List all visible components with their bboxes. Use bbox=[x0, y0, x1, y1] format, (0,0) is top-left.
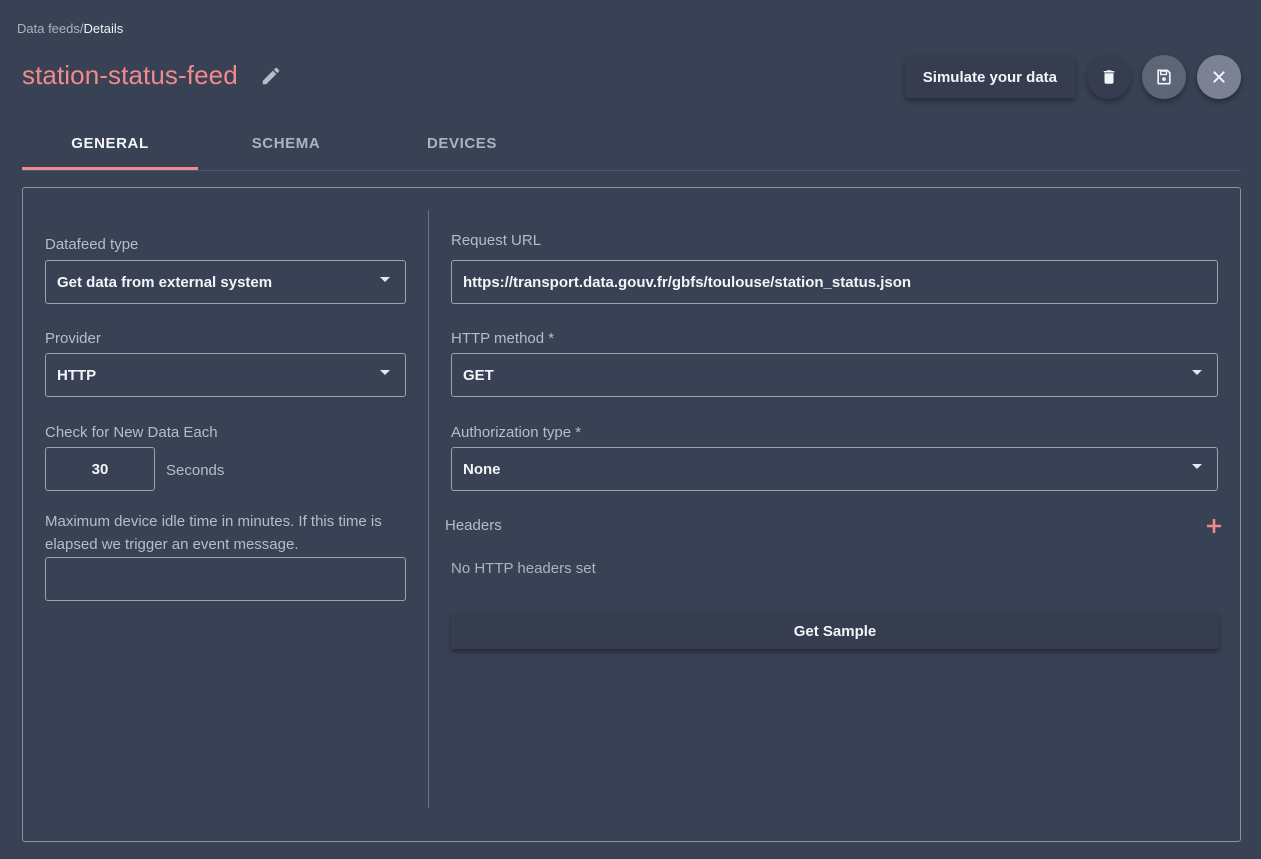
page-title: station-status-feed bbox=[22, 60, 238, 90]
trash-icon bbox=[1103, 70, 1115, 84]
tab-general[interactable]: GENERAL bbox=[22, 120, 198, 170]
datafeed-type-select[interactable]: Get data from external system bbox=[45, 260, 406, 304]
check-interval-label: Check for New Data Each bbox=[45, 424, 218, 441]
check-interval-input[interactable]: 30 bbox=[45, 447, 155, 491]
edit-title-button[interactable] bbox=[258, 63, 284, 89]
save-button[interactable] bbox=[1142, 55, 1186, 99]
dropdown-arrow-icon bbox=[380, 370, 390, 375]
plus-icon bbox=[1207, 519, 1221, 533]
close-button[interactable] bbox=[1197, 55, 1241, 99]
close-icon bbox=[1213, 71, 1225, 83]
tab-bar: GENERAL SCHEMA DEVICES bbox=[22, 120, 1241, 171]
datafeed-details-page: Data feeds/Details station-status-feed S… bbox=[0, 0, 1261, 859]
general-panel: Datafeed type Get data from external sys… bbox=[22, 187, 1241, 842]
http-method-select[interactable]: GET bbox=[451, 353, 1218, 397]
get-sample-button[interactable]: Get Sample bbox=[451, 613, 1219, 649]
datafeed-type-value: Get data from external system bbox=[57, 273, 273, 291]
dropdown-arrow-icon bbox=[1192, 464, 1202, 469]
provider-select[interactable]: HTTP bbox=[45, 353, 406, 397]
add-header-button[interactable] bbox=[1206, 518, 1222, 539]
provider-label: Provider bbox=[45, 330, 101, 347]
tab-devices[interactable]: DEVICES bbox=[374, 120, 550, 170]
idle-time-input[interactable] bbox=[45, 557, 406, 601]
column-divider bbox=[428, 210, 429, 808]
datafeed-type-label: Datafeed type bbox=[45, 236, 139, 253]
request-url-input[interactable]: https://transport.data.gouv.fr/gbfs/toul… bbox=[451, 260, 1218, 304]
authorization-type-value: None bbox=[463, 460, 501, 478]
simulate-data-button[interactable]: Simulate your data bbox=[904, 56, 1075, 98]
http-method-label: HTTP method * bbox=[451, 330, 555, 347]
floppy-disk-icon bbox=[1157, 69, 1171, 85]
authorization-type-select[interactable]: None bbox=[451, 447, 1218, 491]
check-interval-value: 30 bbox=[91, 460, 109, 478]
breadcrumb: Data feeds/Details bbox=[17, 21, 123, 36]
header-actions: Simulate your data bbox=[904, 55, 1241, 99]
dropdown-arrow-icon bbox=[380, 277, 390, 282]
request-url-value: https://transport.data.gouv.fr/gbfs/toul… bbox=[463, 273, 912, 291]
breadcrumb-current: Details bbox=[83, 21, 124, 36]
authorization-type-label: Authorization type * bbox=[451, 424, 582, 441]
pencil-icon bbox=[262, 67, 280, 84]
headers-empty-text: No HTTP headers set bbox=[451, 560, 596, 577]
tab-schema[interactable]: SCHEMA bbox=[198, 120, 374, 170]
delete-button[interactable] bbox=[1087, 55, 1131, 99]
http-method-value: GET bbox=[463, 366, 494, 384]
idle-time-label: Maximum device idle time in minutes. If … bbox=[45, 513, 382, 553]
dropdown-arrow-icon bbox=[1192, 370, 1202, 375]
title-row: station-status-feed bbox=[22, 60, 284, 91]
request-url-label: Request URL bbox=[451, 232, 542, 249]
headers-label: Headers bbox=[445, 517, 502, 534]
breadcrumb-parent-link[interactable]: Data feeds bbox=[17, 21, 80, 36]
provider-value: HTTP bbox=[57, 366, 97, 384]
check-interval-unit: Seconds bbox=[166, 462, 225, 479]
